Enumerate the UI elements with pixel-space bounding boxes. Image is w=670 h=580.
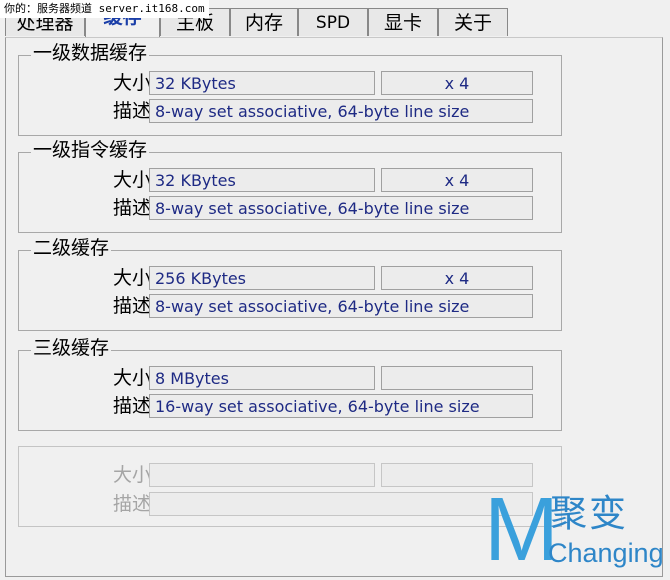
tab-about[interactable]: 关于 [438,8,508,36]
unused-cache-group: 大小 描述 [18,446,562,527]
brand-logo: M 聚变 Changing [484,482,670,580]
description-label: 描述 [112,197,151,219]
size-label: 大小 [112,72,151,94]
size-label: 大小 [112,367,151,389]
tab-spd[interactable]: SPD [298,8,368,36]
size-field: 32 KBytes [149,168,375,192]
tab-memory[interactable]: 内存 [230,8,298,36]
size-label: 大小 [112,267,151,289]
l2-cache-group: 二级缓存 大小 256 KBytes x 4 描述 8-way set asso… [18,237,562,331]
group-title: 一级数据缓存 [31,42,150,64]
logo-chinese-text: 聚变 [550,492,628,535]
size-label: 大小 [112,169,151,191]
description-label: 描述 [112,395,151,417]
description-label: 描述 [112,295,151,317]
multiplier-field [381,366,533,390]
size-field: 32 KBytes [149,71,375,95]
multiplier-field: x 4 [381,266,533,290]
description-label: 描述 [112,100,151,122]
tab-graphics[interactable]: 显卡 [368,8,438,36]
group-title: 三级缓存 [31,337,112,359]
multiplier-field: x 4 [381,168,533,192]
size-field: 256 KBytes [149,266,375,290]
description-field: 8-way set associative, 64-byte line size [149,99,533,123]
description-field: 8-way set associative, 64-byte line size [149,294,533,318]
l1-instruction-cache-group: 一级指令缓存 大小 32 KBytes x 4 描述 8-way set ass… [18,139,562,233]
l1-data-cache-group: 一级数据缓存 大小 32 KBytes x 4 描述 8-way set ass… [18,42,562,136]
description-field [149,492,533,516]
size-field [149,463,375,487]
size-label: 大小 [112,464,151,486]
watermark-text: 你的：服务器频道 server.it168.com [0,0,209,18]
group-title: 一级指令缓存 [31,139,150,161]
multiplier-field: x 4 [381,71,533,95]
description-field: 16-way set associative, 64-byte line siz… [149,394,533,418]
description-field: 8-way set associative, 64-byte line size [149,196,533,220]
size-field: 8 MBytes [149,366,375,390]
logo-english-text: Changing [548,538,664,568]
l3-cache-group: 三级缓存 大小 8 MBytes 描述 16-way set associati… [18,337,562,431]
description-label: 描述 [112,493,151,515]
group-title: 二级缓存 [31,237,112,259]
